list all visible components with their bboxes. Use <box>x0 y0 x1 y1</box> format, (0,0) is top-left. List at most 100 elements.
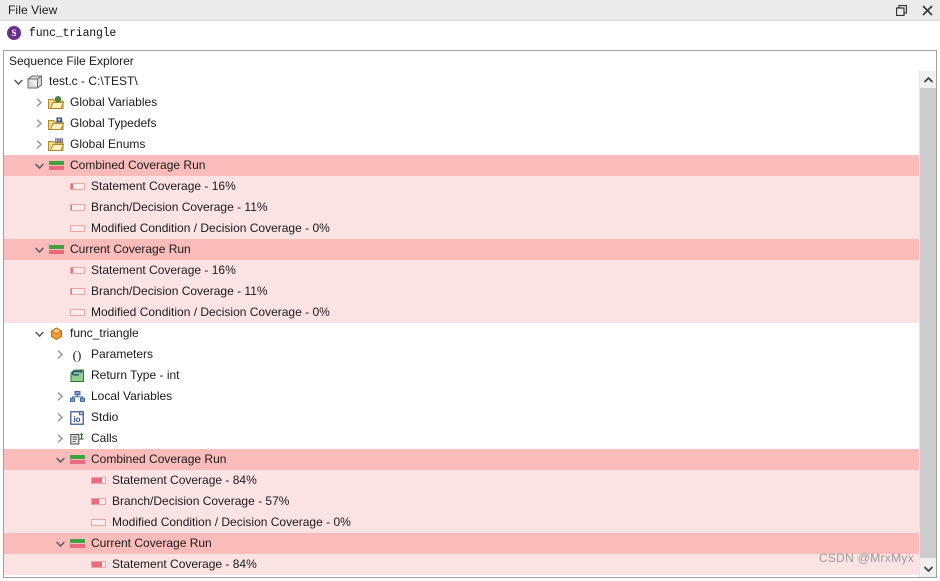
coverage-bar-icon <box>69 309 85 316</box>
tree-row[interactable]: () Parameters <box>4 344 919 365</box>
local-variables-icon <box>69 391 85 402</box>
tree-row[interactable]: Current Coverage Run <box>4 533 919 554</box>
chevron-right-icon <box>57 392 63 401</box>
tree-row-icon <box>47 325 65 343</box>
tree-row-label: Local Variables <box>91 389 173 403</box>
source-file-icon <box>27 75 42 88</box>
vertical-scrollbar[interactable] <box>919 71 936 577</box>
restore-window-button[interactable] <box>888 0 914 20</box>
twisty-collapsed[interactable] <box>52 407 68 428</box>
tree-row-icon <box>47 136 65 154</box>
tree-row-label: Current Coverage Run <box>70 242 191 256</box>
tree-row-label: Branch/Decision Coverage - 11% <box>91 284 268 298</box>
tree-row[interactable]: Modified Condition / Decision Coverage -… <box>4 302 919 323</box>
tree-row[interactable]: func_triangle <box>4 323 919 344</box>
scroll-up-icon <box>924 76 933 83</box>
scroll-down-button[interactable] <box>920 560 936 577</box>
coverage-bar-icon <box>69 288 85 295</box>
chevron-down-icon <box>55 540 65 547</box>
tree-row-label: test.c - C:\TEST\ <box>49 74 138 88</box>
tree-row[interactable]: Statement Coverage - 84% <box>4 470 919 491</box>
chevron-down-icon <box>34 330 44 337</box>
tree-row[interactable]: Combined Coverage Run <box>4 155 919 176</box>
tree-row-icon <box>47 115 65 133</box>
tree-row[interactable]: Global Typedefs <box>4 113 919 134</box>
close-window-button[interactable] <box>914 0 940 20</box>
coverage-run-icon <box>48 244 64 255</box>
coverage-run-icon <box>69 538 85 549</box>
folder-enum-icon <box>48 137 64 151</box>
tree-row[interactable]: test.c - C:\TEST\ <box>4 71 919 92</box>
tree-row[interactable]: Current Coverage Run <box>4 239 919 260</box>
coverage-bar-icon <box>69 183 85 190</box>
tab-strip: S func_triangle <box>0 21 940 46</box>
twisty-collapsed[interactable] <box>52 386 68 407</box>
tree-row[interactable]: Return Type - int <box>4 365 919 386</box>
twisty-expanded[interactable] <box>31 155 47 176</box>
twisty-none <box>73 491 89 512</box>
tree-row-label: Statement Coverage - 84% <box>112 473 257 487</box>
twisty-none <box>52 218 68 239</box>
coverage-bar-fill <box>70 268 73 273</box>
svg-text:(): () <box>73 348 82 362</box>
twisty-expanded[interactable] <box>52 533 68 554</box>
tree-row-icon <box>68 262 86 280</box>
tree-row-icon <box>89 493 107 511</box>
twisty-expanded[interactable] <box>31 323 47 344</box>
tree-row[interactable]: Local Variables <box>4 386 919 407</box>
twisty-none <box>52 302 68 323</box>
twisty-collapsed[interactable] <box>31 113 47 134</box>
twisty-expanded[interactable] <box>31 239 47 260</box>
twisty-none <box>52 260 68 281</box>
tree-row[interactable]: Branch/Decision Coverage - 57% <box>4 491 919 512</box>
return-type-icon <box>70 369 84 382</box>
tree-row[interactable]: Statement Coverage - 16% <box>4 176 919 197</box>
coverage-run-red-bar <box>48 166 64 170</box>
coverage-run-green-bar <box>48 161 64 165</box>
tree-row-label: Statement Coverage - 16% <box>91 263 236 277</box>
tree-row[interactable]: Branch/Decision Coverage - 11% <box>4 197 919 218</box>
tree-row-icon <box>68 220 86 238</box>
tree-row-label: Modified Condition / Decision Coverage -… <box>112 515 351 529</box>
tree-row[interactable]: Global Variables <box>4 92 919 113</box>
tree-row[interactable]: Branch/Decision Coverage - 11% <box>4 281 919 302</box>
scrollbar-thumb[interactable] <box>920 88 936 558</box>
twisty-collapsed[interactable] <box>52 428 68 449</box>
coverage-run-red-bar <box>69 544 85 548</box>
coverage-bar-icon <box>69 267 85 274</box>
tree-row[interactable]: Modified Condition / Decision Coverage -… <box>4 512 919 533</box>
twisty-expanded[interactable] <box>10 71 26 92</box>
tree-row-icon <box>68 367 86 385</box>
coverage-bar-icon <box>90 561 106 568</box>
twisty-collapsed[interactable] <box>52 344 68 365</box>
tree-row-label: Calls <box>91 431 118 445</box>
sequence-file-icon: S <box>7 26 21 40</box>
scroll-up-button[interactable] <box>920 71 936 88</box>
tree-row[interactable]: Global Enums <box>4 134 919 155</box>
twisty-expanded[interactable] <box>52 449 68 470</box>
twisty-none <box>52 176 68 197</box>
tree-row[interactable]: Modified Condition / Decision Coverage -… <box>4 218 919 239</box>
tree-row-label: Stdio <box>91 410 119 424</box>
tree-row[interactable]: Calls <box>4 428 919 449</box>
coverage-bar-fill <box>70 184 73 189</box>
parameters-icon: () <box>73 348 82 362</box>
chevron-right-icon <box>36 140 42 149</box>
tree-row[interactable]: Combined Coverage Run <box>4 449 919 470</box>
tree-row-label: Global Variables <box>70 95 158 109</box>
tree-row[interactable]: io Stdio <box>4 407 919 428</box>
chevron-right-icon <box>36 98 42 107</box>
stdio-icon: io <box>70 410 84 425</box>
tree-row-label: Current Coverage Run <box>91 536 212 550</box>
coverage-bar-icon <box>90 519 106 526</box>
tree-row[interactable]: Statement Coverage - 16% <box>4 260 919 281</box>
tree-row[interactable]: Statement Coverage - 84% <box>4 554 919 575</box>
tree-row-label: Global Typedefs <box>70 116 157 130</box>
file-tree: test.c - C:\TEST\ Global Variables Global … <box>4 71 919 575</box>
twisty-collapsed[interactable] <box>31 92 47 113</box>
tab-func-triangle[interactable]: S func_triangle <box>0 21 124 45</box>
twisty-none <box>73 470 89 491</box>
twisty-collapsed[interactable] <box>31 134 47 155</box>
coverage-run-green-bar <box>69 539 85 543</box>
tree-viewport[interactable]: test.c - C:\TEST\ Global Variables Global … <box>4 71 919 577</box>
